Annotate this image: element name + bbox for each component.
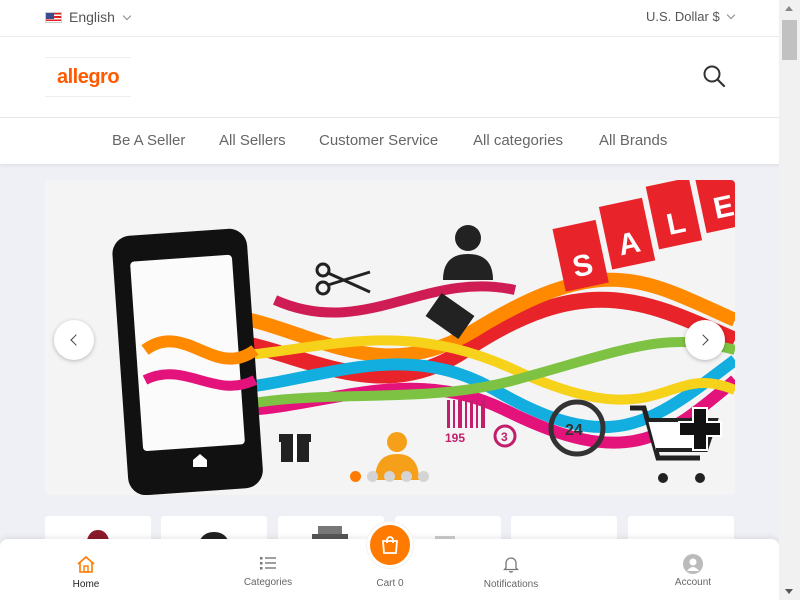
list-icon: [260, 557, 276, 570]
bottom-nav-notifications[interactable]: Notifications: [461, 539, 561, 600]
bottom-nav-account[interactable]: Account: [643, 539, 743, 600]
slider-prev-button[interactable]: [54, 320, 94, 360]
barcode-number: 195: [445, 431, 465, 445]
slider-dot-1[interactable]: [350, 471, 361, 482]
site-header: allegro: [0, 37, 779, 118]
slider-dot-4[interactable]: [401, 471, 412, 482]
slider-dot-3[interactable]: [384, 471, 395, 482]
nav-customer-service[interactable]: Customer Service: [319, 132, 438, 149]
nav-all-categories[interactable]: All categories: [473, 132, 563, 149]
nav-be-a-seller[interactable]: Be A Seller: [112, 132, 185, 149]
chevron-down-icon: [726, 10, 735, 20]
cart-label: Cart 0: [376, 578, 404, 589]
avatar-icon: [683, 554, 703, 574]
bottom-nav-categories[interactable]: Categories: [218, 539, 318, 600]
logo-text: allegro: [56, 65, 120, 88]
slider-pagination: [350, 471, 429, 482]
account-label: Account: [674, 577, 712, 588]
sale-banner-image: S A L E 195 3 24: [112, 180, 735, 495]
scroll-up-icon[interactable]: [785, 6, 793, 11]
bottom-nav-home[interactable]: Home: [36, 539, 136, 600]
page-scrollbar[interactable]: [779, 0, 800, 600]
badge-twenty-four: 24: [565, 422, 583, 439]
main-nav: Be A Seller All Sellers Customer Service…: [0, 118, 779, 164]
cart-button[interactable]: [367, 522, 413, 568]
home-label: Home: [72, 579, 100, 590]
currency-label: U.S. Dollar $: [646, 9, 720, 24]
search-button[interactable]: [701, 63, 727, 89]
slider-dot-5[interactable]: [418, 471, 429, 482]
badge-three: 3: [501, 430, 508, 444]
scroll-down-icon[interactable]: [785, 589, 793, 594]
banner-slider[interactable]: S A L E 195 3 24: [45, 180, 735, 495]
home-icon: [77, 555, 95, 573]
language-label: English: [69, 9, 115, 25]
slider-next-button[interactable]: [685, 320, 725, 360]
chevron-down-icon: [122, 11, 132, 20]
categories-label: Categories: [243, 577, 293, 588]
top-bar: English U.S. Dollar $: [0, 0, 779, 37]
shopping-bag-icon: [382, 536, 398, 554]
notifications-label: Notifications: [483, 579, 539, 590]
scroll-thumb[interactable]: [782, 20, 797, 60]
chevron-right-icon: [697, 334, 709, 346]
search-icon: [703, 65, 726, 88]
slider-dot-2[interactable]: [367, 471, 378, 482]
language-selector[interactable]: English: [45, 9, 132, 25]
currency-selector[interactable]: U.S. Dollar $: [646, 9, 735, 24]
nav-all-sellers[interactable]: All Sellers: [219, 132, 286, 149]
nav-all-brands[interactable]: All Brands: [599, 132, 667, 149]
site-logo[interactable]: allegro: [45, 57, 131, 97]
us-flag-icon: [45, 11, 62, 23]
bell-icon: [503, 557, 519, 573]
chevron-left-icon: [70, 334, 82, 346]
